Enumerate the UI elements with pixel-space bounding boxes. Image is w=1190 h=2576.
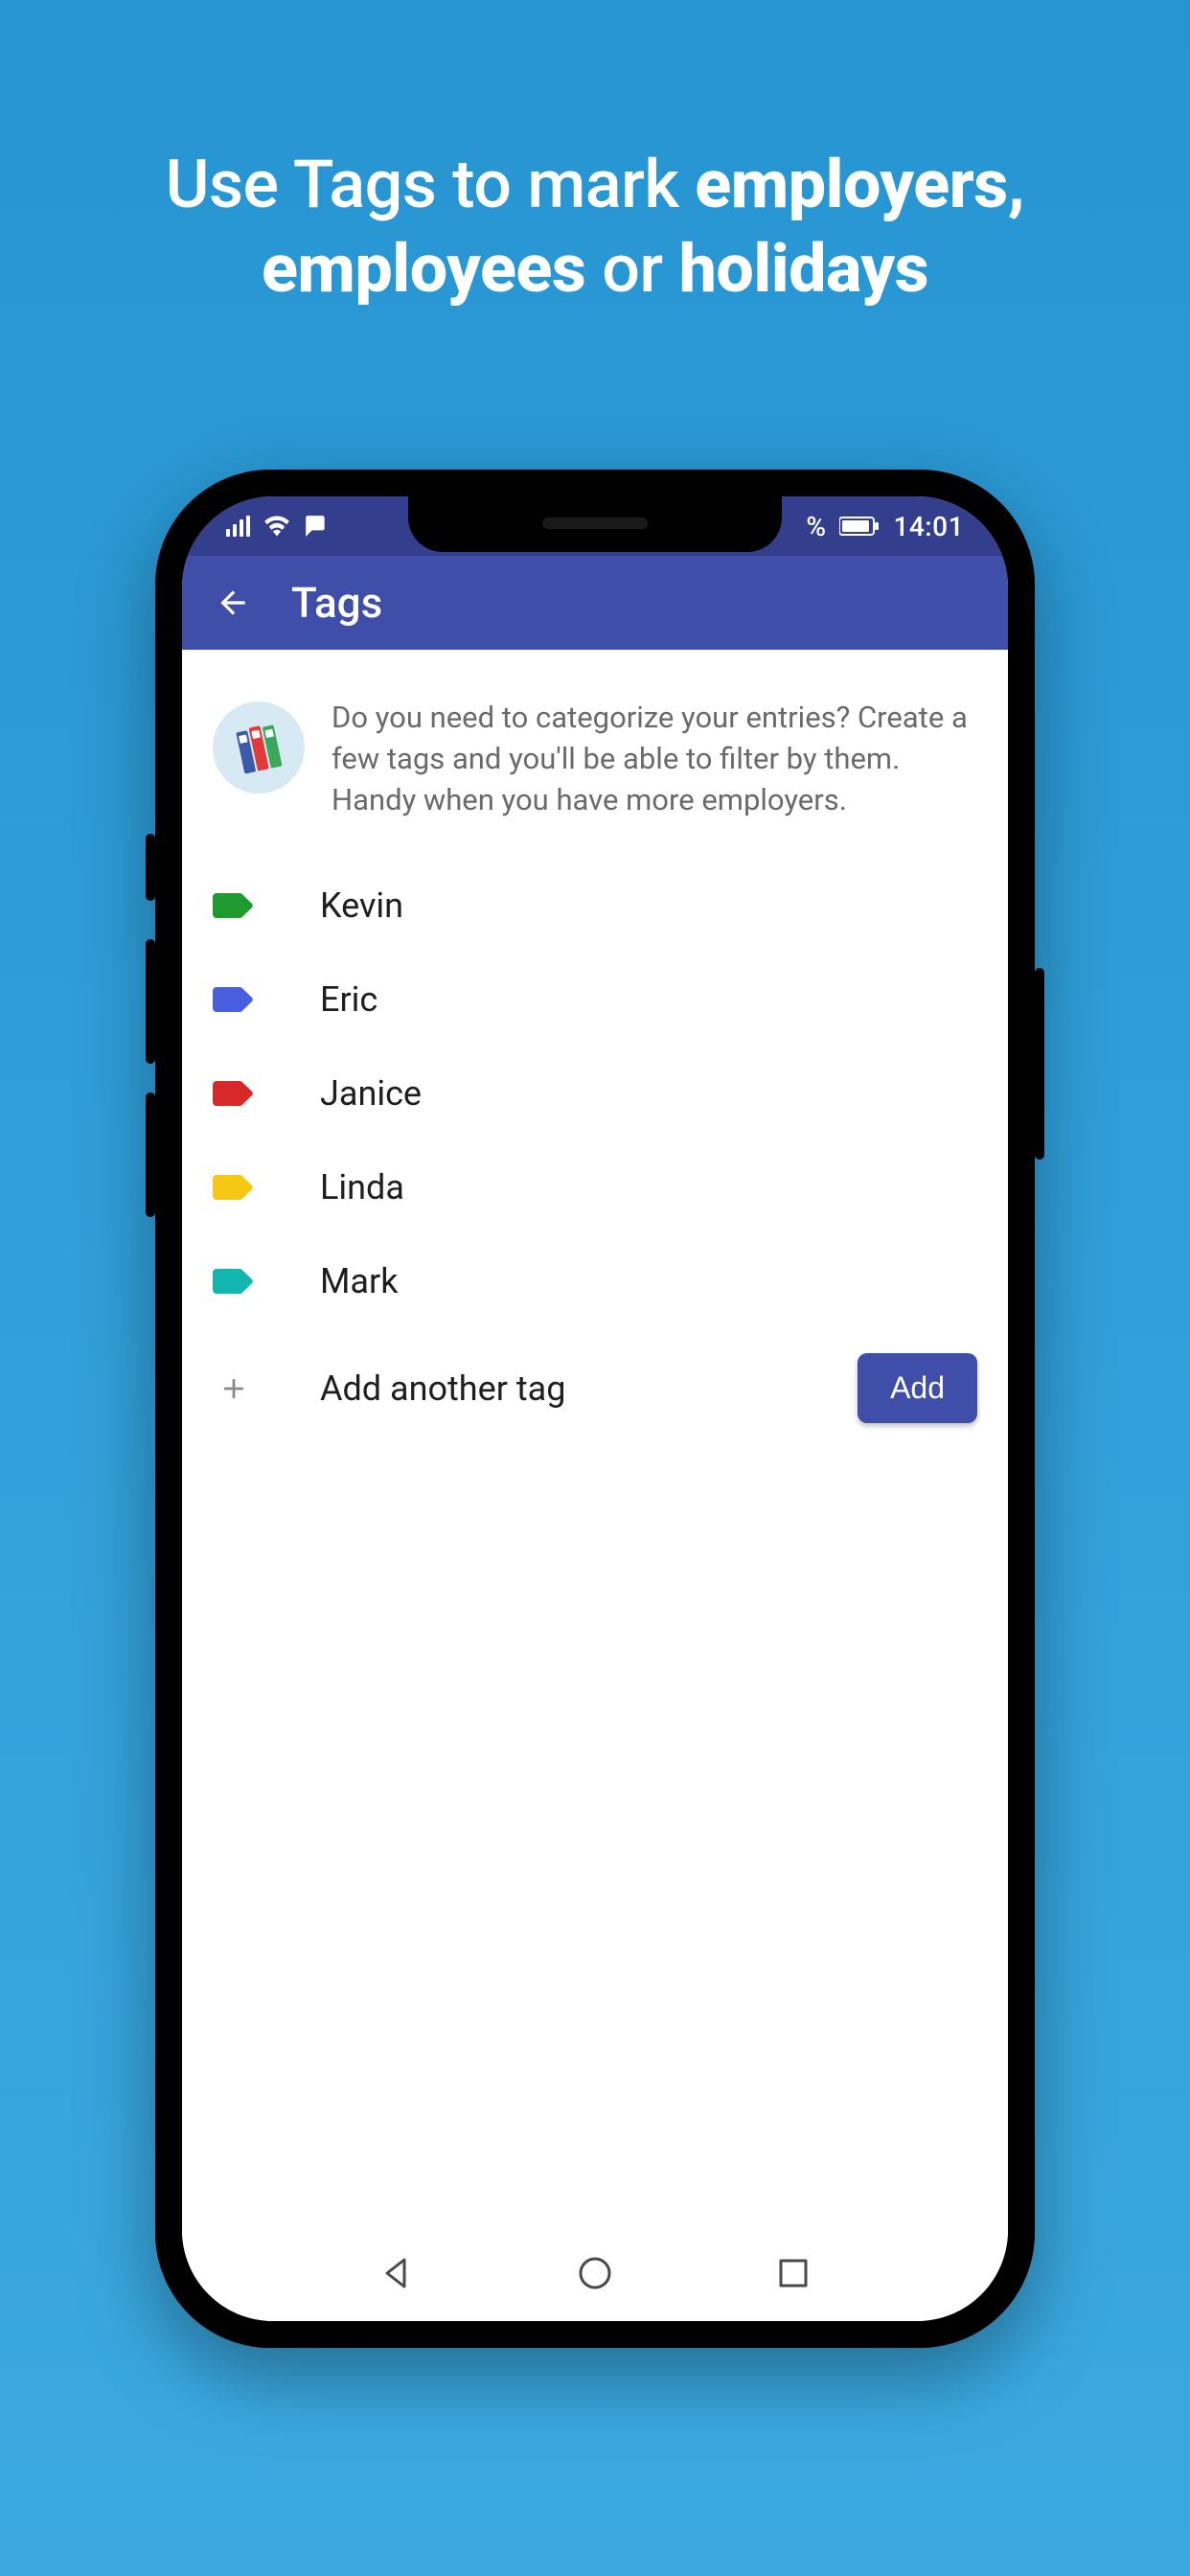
app-bar: Tags (182, 556, 1008, 650)
phone-side-button (1035, 968, 1044, 1160)
intro-section: Do you need to categorize your entries? … (182, 650, 1008, 849)
page-title: Tags (291, 578, 382, 628)
binders-icon (230, 719, 287, 776)
tag-row[interactable]: Eric (182, 953, 1008, 1046)
triangle-back-icon (378, 2254, 416, 2292)
status-time: 14:01 (893, 511, 964, 542)
nav-recent-button[interactable] (765, 2244, 822, 2302)
status-right: % 14:01 (806, 511, 964, 542)
battery-percent-fragment: % (806, 511, 826, 542)
tag-row[interactable]: Mark (182, 1234, 1008, 1328)
intro-text: Do you need to categorize your entries? … (332, 698, 977, 820)
tag-row[interactable]: Janice (182, 1046, 1008, 1140)
nav-back-button[interactable] (368, 2244, 425, 2302)
tag-list: Kevin Eric Janice Linda Mark (182, 849, 1008, 1328)
android-nav-bar (182, 2225, 1008, 2321)
tag-name: Mark (320, 1261, 398, 1301)
phone-side-button (146, 939, 155, 1064)
phone-notch (408, 496, 782, 552)
back-button[interactable] (209, 579, 257, 627)
tag-color-icon (213, 1267, 255, 1296)
square-recent-icon (774, 2254, 812, 2292)
tag-name: Linda (320, 1167, 404, 1208)
tag-color-icon (213, 1079, 255, 1108)
tag-row[interactable]: Linda (182, 1140, 1008, 1234)
chat-icon (304, 516, 329, 537)
promo-bold-holidays: holidays (679, 230, 928, 309)
tag-name: Eric (320, 979, 378, 1020)
wifi-icon (263, 516, 290, 537)
nav-home-button[interactable] (566, 2244, 624, 2302)
tag-color-icon (213, 1173, 255, 1202)
arrow-left-icon (215, 585, 251, 621)
plus-icon (213, 1368, 255, 1410)
tag-color-icon (213, 985, 255, 1014)
add-button[interactable]: Add (858, 1353, 977, 1423)
circle-home-icon (576, 2254, 614, 2292)
intro-illustration (213, 702, 305, 794)
battery-icon (839, 516, 880, 537)
phone-side-button (146, 1092, 155, 1217)
add-tag-label: Add another tag (320, 1368, 792, 1409)
phone-screen: % 14:01 Tags (182, 496, 1008, 2321)
tag-color-icon (213, 891, 255, 920)
phone-frame: % 14:01 Tags (155, 470, 1035, 2348)
promo-text-prefix: Use Tags to mark (166, 146, 696, 224)
tag-name: Janice (320, 1073, 422, 1114)
promo-text-or: or (585, 230, 678, 309)
phone-side-button (146, 834, 155, 901)
add-tag-row: Add another tag Add (182, 1328, 1008, 1448)
status-left (226, 516, 329, 537)
promo-bold-employers: employers, (695, 146, 1024, 224)
promo-bold-employees: employees (262, 230, 585, 309)
content-area: Do you need to categorize your entries? … (182, 650, 1008, 2225)
signal-icon (226, 516, 250, 537)
tag-row[interactable]: Kevin (182, 859, 1008, 953)
promo-headline: Use Tags to mark employers, employees or… (0, 144, 1190, 311)
tag-name: Kevin (320, 886, 403, 926)
